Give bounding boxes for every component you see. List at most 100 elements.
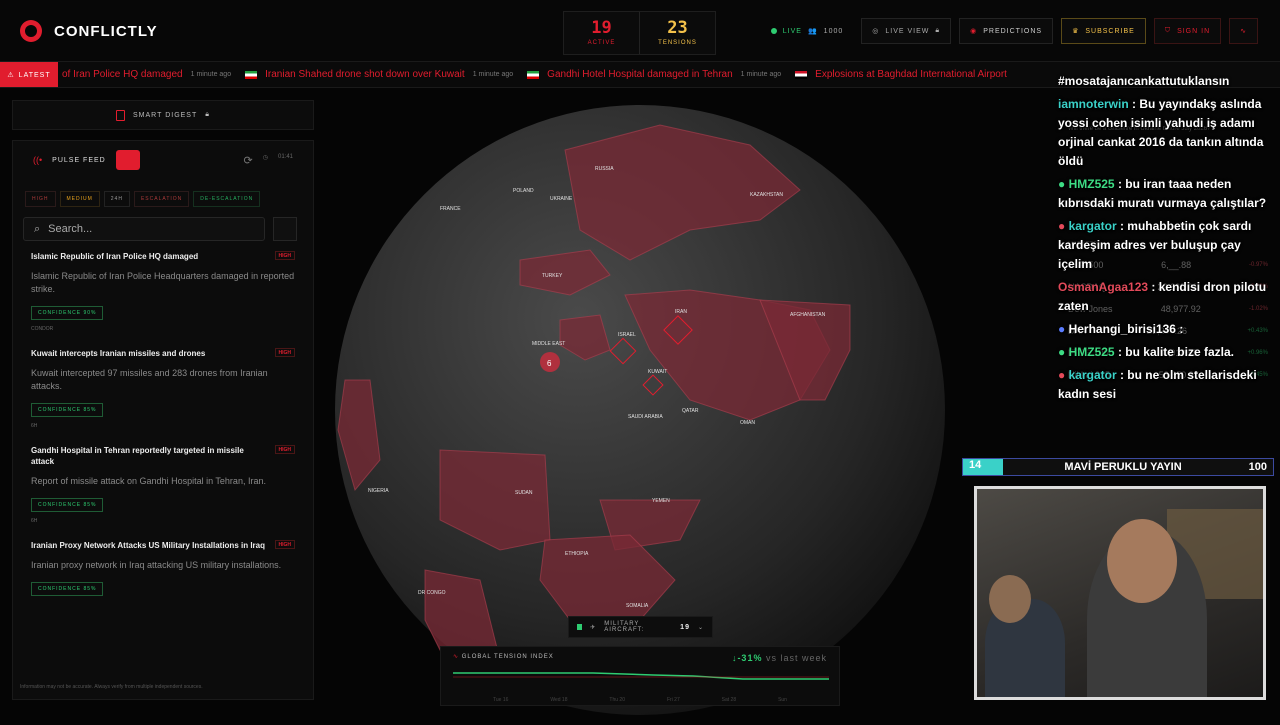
badge-icon: ●	[1058, 345, 1066, 359]
chat-message: OsmanAgaa123 : kendisi dron pilotu zaten	[1058, 278, 1268, 316]
event-body: Islamic Republic of Iran Police Headquar…	[31, 271, 295, 294]
filter-icon[interactable]	[273, 217, 297, 241]
map-label[interactable]: UKRAINE	[550, 196, 573, 202]
chat-message: ● HMZ525 : bu kalite bize fazla.	[1058, 343, 1268, 362]
filter-high[interactable]: HIGH	[25, 191, 56, 207]
map-label[interactable]: KAZAKHSTAN	[750, 192, 783, 198]
axis-tick: Tue 16	[493, 697, 509, 703]
map-label[interactable]: NIGERIA	[368, 488, 389, 494]
smart-digest-label: SMART DIGEST	[133, 111, 198, 119]
ticker-item[interactable]: Iranian Shahed drone shot down over Kuwa…	[245, 69, 513, 80]
person-streamer-head	[1107, 519, 1177, 603]
map-label[interactable]: SAUDI ARABIA	[628, 414, 663, 420]
search-placeholder: Search...	[48, 223, 93, 235]
badge-icon: ●	[1058, 322, 1066, 336]
live-view-button[interactable]: ◎ LIVE VIEW 🔒︎	[861, 18, 952, 44]
search-input[interactable]: ⌕ Search...	[23, 217, 265, 241]
badge-icon: ●	[1058, 368, 1066, 382]
map-label[interactable]: MIDDLE EAST	[532, 341, 565, 347]
tension-sparkline	[453, 672, 829, 680]
pulse-feed-tools: ⟳ ◷ 01:41	[244, 154, 293, 167]
map-label[interactable]: RUSSIA	[595, 166, 614, 172]
ticker-ago: 1 minute ago	[472, 71, 514, 78]
map-label[interactable]: KUWAIT	[648, 369, 667, 375]
ticker-ago: 1 minute ago	[740, 71, 782, 78]
event-title: Iranian Proxy Network Attacks US Militar…	[31, 541, 265, 550]
event-body: Report of missile attack on Gandhi Hospi…	[31, 476, 266, 486]
ticker-text: Explosions at Baghdad International Airp…	[815, 69, 1007, 80]
globe-icon: ◎	[872, 28, 880, 35]
map-label[interactable]: IRAN	[675, 309, 687, 315]
ticker-item[interactable]: Gandhi Hotel Hospital damaged in Tehran …	[527, 69, 781, 80]
ticker-item[interactable]: Explosions at Baghdad International Airp…	[795, 69, 1007, 80]
map-label[interactable]: FRANCE	[440, 206, 461, 212]
chat-user: Herhangi_birisi136	[1068, 322, 1176, 336]
map-label[interactable]: SOMALIA	[626, 603, 649, 609]
filter-de-escalation[interactable]: DE-ESCALATION	[193, 191, 261, 207]
top-bar: CONFLICTLY 19 ACTIVE 23 TENSIONS LIVE 👥 …	[0, 0, 1280, 62]
military-label: MILITARY AIRCRAFT:	[604, 621, 645, 633]
chat-text: #mosatajanıcankattutuklansın	[1058, 74, 1230, 88]
smart-digest-button[interactable]: SMART DIGEST 🔒︎	[12, 100, 314, 130]
map-label[interactable]: ISRAEL	[618, 332, 636, 338]
subscribe-button[interactable]: ♛ SUBSCRIBE	[1061, 18, 1146, 44]
filter-medium[interactable]: MEDIUM	[59, 191, 100, 207]
map-label[interactable]: AFGHANISTAN	[790, 312, 826, 318]
tensions-counter[interactable]: 23 TENSIONS	[639, 12, 715, 54]
map-label[interactable]: ETHIOPIA	[565, 551, 589, 557]
stream-chat-overlay: #mosatajanıcankattutuklansın iamnoterwin…	[1058, 72, 1268, 408]
filter-24h[interactable]: 24H	[103, 191, 130, 207]
ticker-text: Gandhi Hotel Hospital damaged in Tehran	[547, 69, 733, 80]
chat-message: #mosatajanıcankattutuklansın	[1058, 72, 1268, 91]
event-title: Kuwait intercepts Iranian missiles and d…	[31, 349, 206, 358]
live-dot-icon	[770, 28, 777, 34]
document-icon	[116, 109, 125, 121]
military-aircraft-toggle[interactable]: ✈ MILITARY AIRCRAFT: 19 ⌄	[568, 616, 713, 638]
active-count: 19	[591, 18, 612, 38]
stream-number: 14	[963, 459, 1003, 475]
tension-note: vs last week	[765, 653, 827, 663]
iraq-flag-icon	[795, 70, 808, 79]
tensions-label: TENSIONS	[658, 40, 697, 46]
map-label[interactable]: SUDAN	[515, 490, 533, 496]
sign-in-button[interactable]: ⛉ SIGN IN	[1153, 18, 1222, 44]
sign-in-label: SIGN IN	[1177, 27, 1211, 35]
event-meta: 6H	[31, 518, 38, 524]
ticker-text: Iranian Shahed drone shot down over Kuwa…	[265, 69, 465, 80]
pulse-icon: ∿	[1240, 28, 1247, 35]
live-label: LIVE	[782, 27, 802, 35]
ticker-item[interactable]: of Iran Police HQ damaged 1 minute ago	[62, 69, 231, 80]
map-label[interactable]: QATAR	[682, 408, 699, 414]
bell-icon[interactable]	[115, 150, 140, 170]
badge-icon: ●	[1058, 219, 1066, 233]
predictions-button[interactable]: ◉ PREDICTIONS	[959, 18, 1054, 44]
ticker-text: of Iran Police HQ damaged	[62, 69, 183, 80]
chat-user: kargator	[1068, 368, 1117, 382]
map-label[interactable]: DR CONGO	[418, 590, 446, 596]
map-label[interactable]: YEMEN	[652, 498, 670, 504]
refresh-icon[interactable]: ⟳	[244, 154, 253, 167]
iran-flag-icon	[527, 70, 540, 79]
event-item[interactable]: Iranian Proxy Network Attacks US Militar…	[31, 540, 295, 596]
map-label[interactable]: TURKEY	[542, 273, 563, 279]
event-item[interactable]: Islamic Republic of Iran Police HQ damag…	[31, 251, 295, 332]
active-counter[interactable]: 19 ACTIVE	[564, 12, 639, 54]
military-count: 19	[680, 623, 690, 631]
filter-escalation[interactable]: ESCALATION	[133, 191, 190, 207]
event-item[interactable]: Kuwait intercepts Iranian missiles and d…	[31, 348, 295, 429]
axis-tick: Fri 27	[666, 697, 680, 703]
predictions-label: PREDICTIONS	[983, 27, 1043, 35]
pulse-button[interactable]: ∿	[1229, 18, 1258, 44]
tension-line	[453, 672, 829, 680]
axis-tick: Sun	[778, 697, 787, 703]
map-label[interactable]: OMAN	[740, 420, 755, 426]
latest-badge: ⚠ LATEST	[0, 62, 58, 87]
iran-flag-icon	[245, 70, 258, 79]
map-label[interactable]: POLAND	[513, 188, 534, 194]
filter-chips: HIGH MEDIUM 24H ESCALATION DE-ESCALATION	[13, 179, 313, 207]
event-item[interactable]: Gandhi Hospital in Tehran reportedly tar…	[31, 445, 295, 524]
target-icon: ◉	[970, 28, 978, 35]
logo[interactable]: CONFLICTLY	[20, 20, 158, 42]
event-meta: 6H	[31, 423, 38, 429]
pulse-feed-panel: ((• PULSE FEED ⟳ ◷ 01:41 HIGH MEDIUM 24H…	[12, 140, 314, 700]
